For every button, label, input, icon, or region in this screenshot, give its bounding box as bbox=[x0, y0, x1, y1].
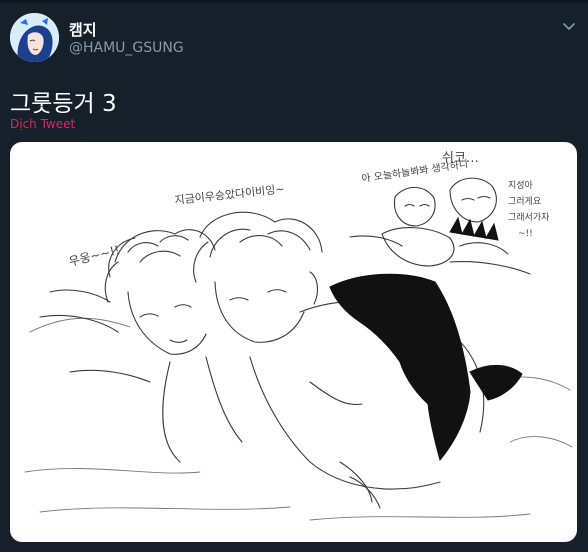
handwritten-note-top: 지금이우승았다이비잉~ bbox=[174, 183, 285, 207]
handwritten-note-right-side-1: 지성아 bbox=[508, 180, 534, 191]
author-handle[interactable]: @HAMU_GSUNG bbox=[69, 40, 184, 56]
handwritten-note-right-side-4: ~!! bbox=[518, 229, 533, 239]
avatar-image bbox=[10, 13, 59, 62]
author-name[interactable]: 캠지 bbox=[69, 19, 97, 40]
tweet-media-image[interactable]: 우웅~~!! 지금이우승았다이비잉~ 아 오늘하늘봐봐 생각하니 쉬코… 지성아… bbox=[10, 142, 577, 542]
top-divider bbox=[0, 0, 588, 3]
handwritten-note-right-side-2: 그러게요 bbox=[508, 196, 541, 207]
tweet-text: 그룻등거 3 bbox=[10, 91, 117, 117]
sketch-drawing: 우웅~~!! 지금이우승았다이비잉~ 아 오늘하늘봐봐 생각하니 쉬코… 지성아… bbox=[24, 151, 573, 521]
translate-tweet-link[interactable]: Dịch Tweet bbox=[10, 117, 75, 131]
handwritten-note-right-top-extra: 쉬코… bbox=[442, 151, 479, 166]
handwritten-note-left: 우웅~~!! bbox=[67, 243, 121, 269]
chevron-down-icon[interactable] bbox=[561, 19, 577, 35]
handwritten-note-right-side-3: 그래서가자 bbox=[508, 212, 550, 223]
avatar[interactable] bbox=[10, 13, 59, 62]
